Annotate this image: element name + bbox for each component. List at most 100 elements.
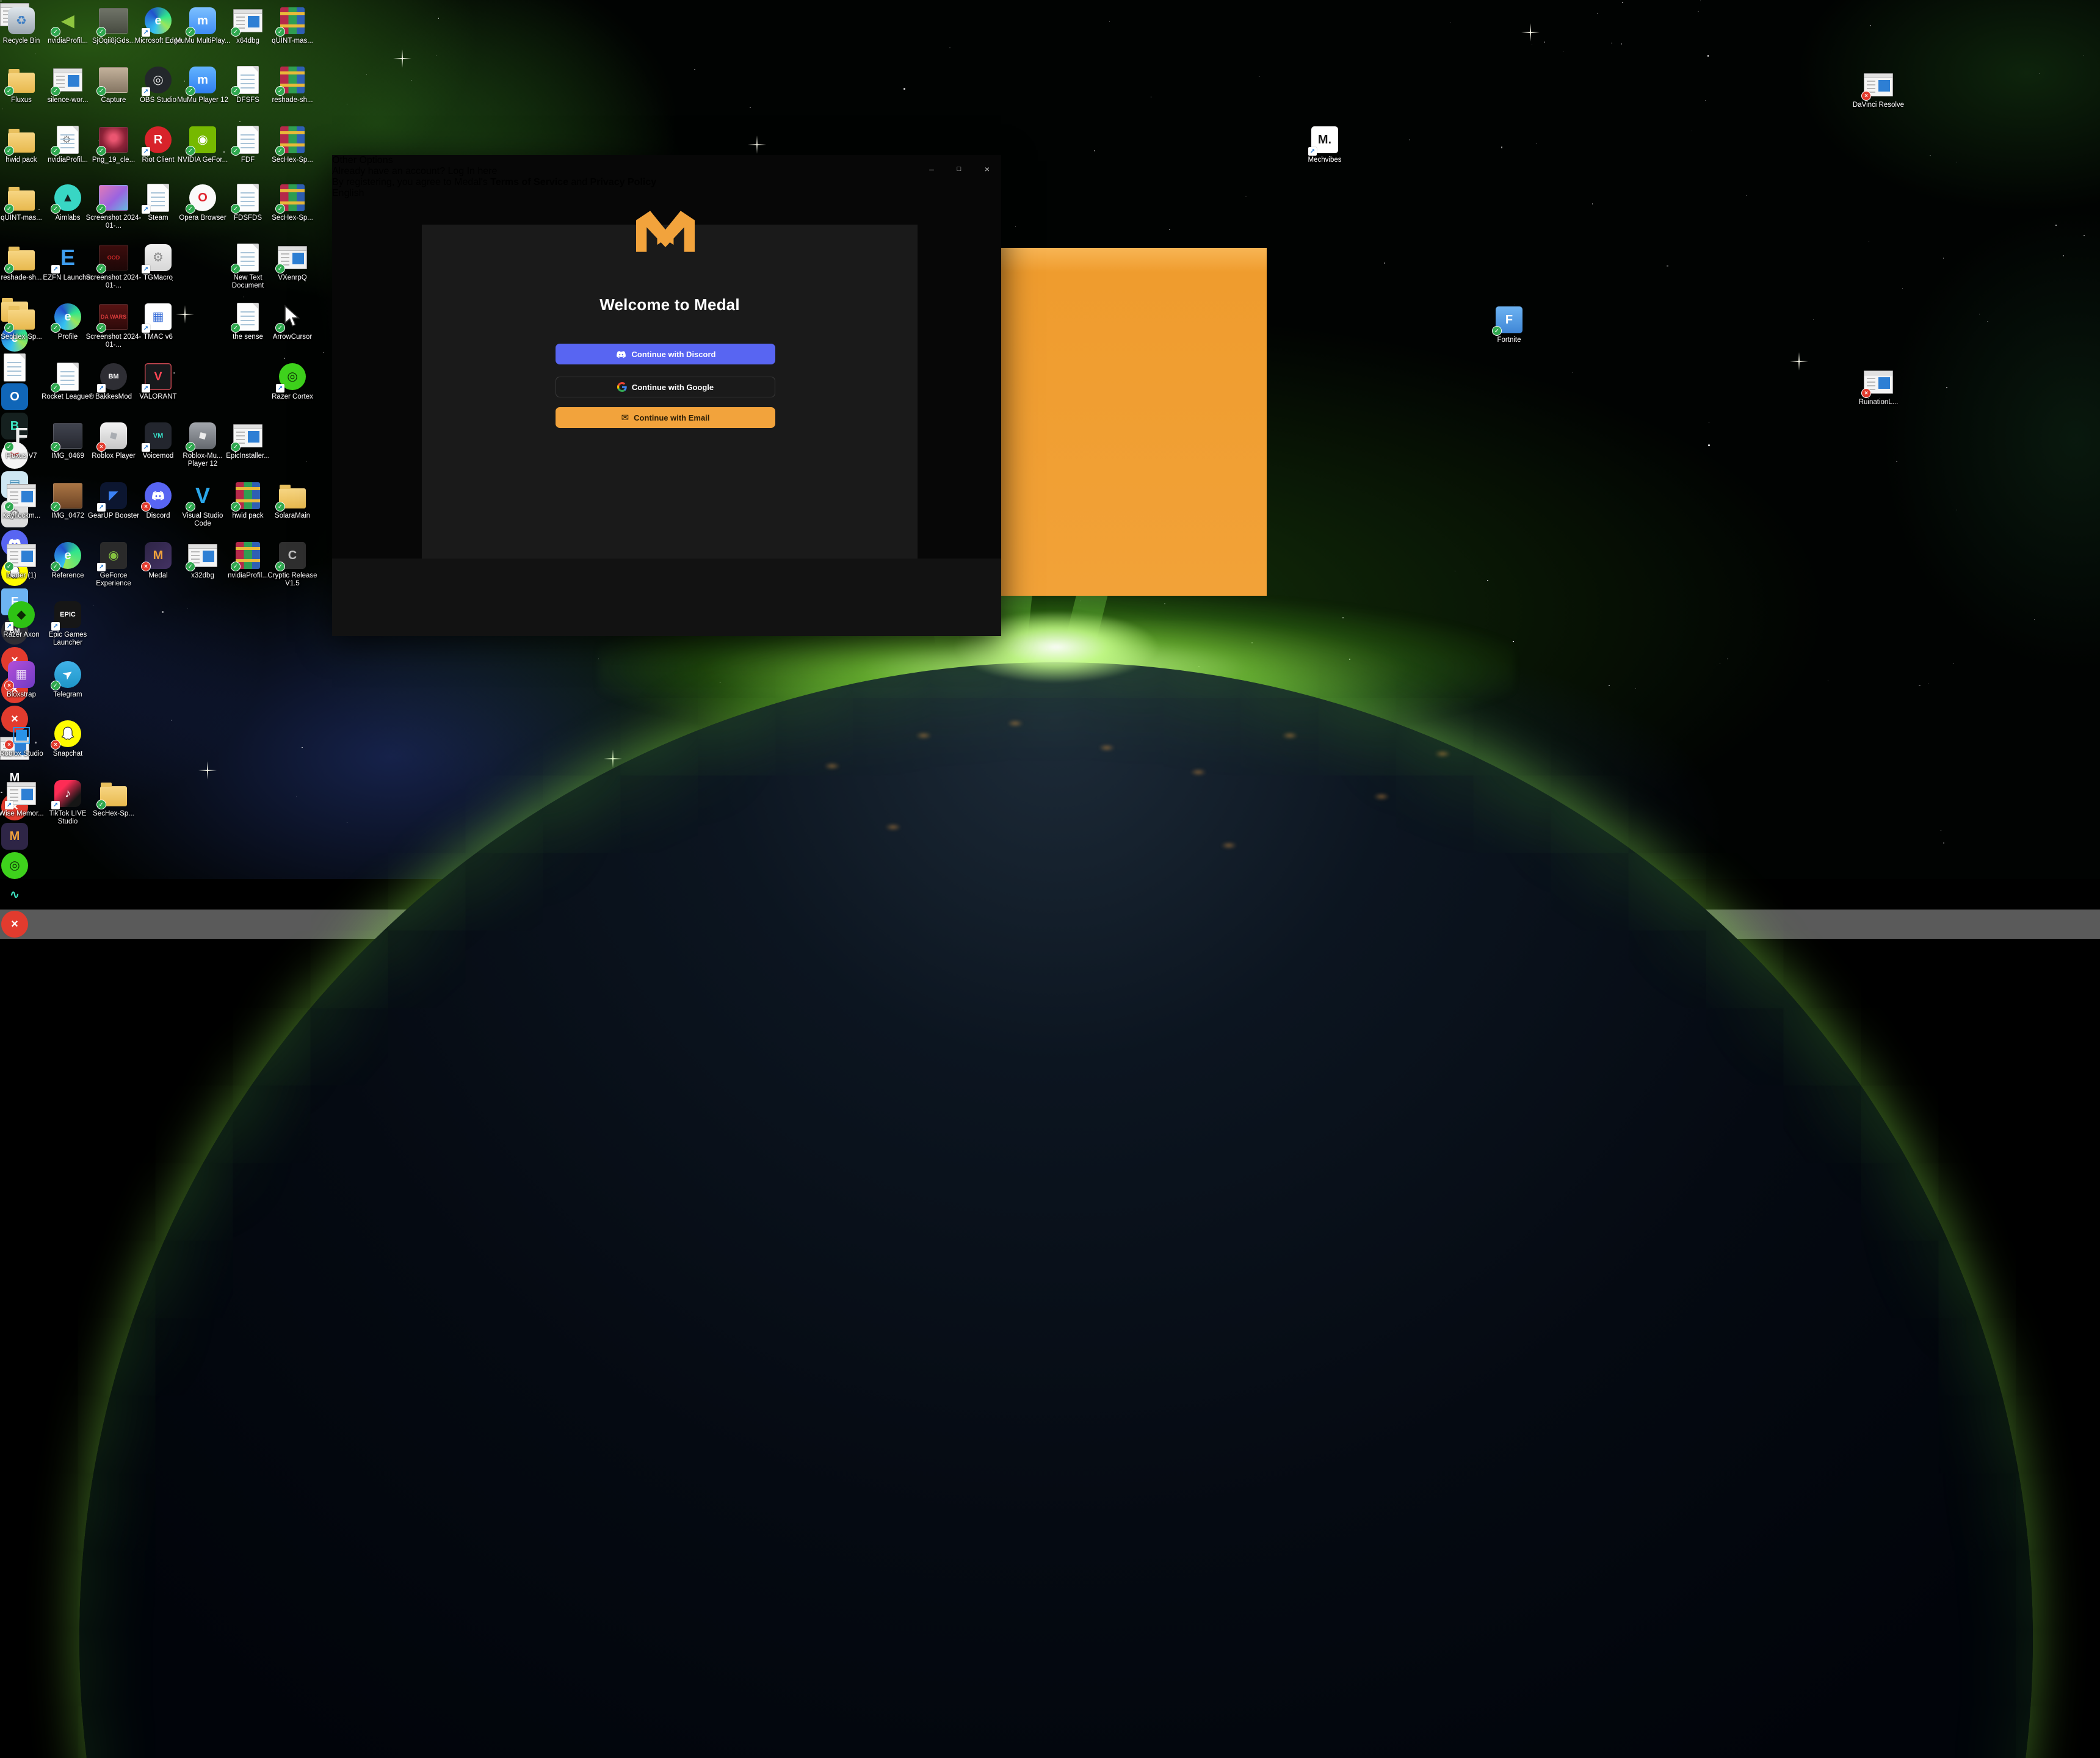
desktop-icon-label: Kayflockm... — [2, 512, 41, 519]
log-in-link[interactable]: Log In here — [447, 166, 497, 176]
check-badge-icon: ✓ — [231, 562, 241, 571]
desktop-icon-fortnite[interactable]: F ✓ Fortnite — [1481, 305, 1537, 344]
icon-art: ✓ — [275, 243, 307, 273]
desktop-icon-ruinationl[interactable]: × RuinationL... — [1850, 367, 1906, 407]
error-badge-icon: × — [4, 740, 14, 750]
desktop-icon-razer-cortex[interactable]: ◎ ↗ Razer Cortex — [264, 362, 320, 401]
desktop-icon-snapchat[interactable]: × Snapchat — [40, 719, 96, 758]
icon-art: ✓ — [231, 243, 262, 273]
icon-art: ▲ ✓ — [51, 183, 82, 214]
desktop-icon-label: SolaraMain — [274, 512, 311, 519]
terms-joiner: and — [571, 177, 588, 187]
desktop-icon-cryptic-release-v1-5[interactable]: C ✓ Cryptic Release V1.5 — [264, 541, 320, 588]
desktop-icon-label: IMG_0469 — [51, 452, 84, 460]
icon-art: ✓ — [4, 481, 36, 512]
desktop-icon-label: Riot Client — [142, 156, 175, 164]
check-badge-icon: ✓ — [96, 204, 106, 214]
icon-art: ⚙ ↗ — [142, 243, 173, 273]
desktop-icon-telegram[interactable]: ➤ ✓ Telegram — [40, 660, 96, 699]
check-badge-icon: ✓ — [96, 146, 106, 156]
desktop-icon-label: Razer Axon — [3, 631, 40, 638]
desktop-icon-tgmacro[interactable]: ⚙ ↗ TGMacro — [130, 243, 186, 282]
desktop-icon-vxenrpq[interactable]: ✓ VXenrpQ — [264, 243, 320, 282]
desktop-icon-arrowcursor[interactable]: ✓ ArrowCursor — [264, 302, 320, 341]
desktop-icon-solaramain[interactable]: ✓ SolaraMain — [264, 481, 320, 520]
desktop-icon-label: Cryptic Release V1.5 — [267, 572, 317, 587]
terms-of-service-link[interactable]: Terms of Service — [490, 177, 568, 187]
icon-art: ■ × — [96, 421, 128, 452]
button-label: Continue with Discord — [631, 349, 716, 359]
weather-condition[interactable]: Clear — [23, 939, 46, 949]
shortcut-arrow-icon: ↗ — [97, 384, 106, 392]
error-badge-icon: × — [96, 442, 106, 452]
desktop-icon-davinci-resolve[interactable]: × DaVinci Resolve — [1850, 70, 1906, 109]
check-badge-icon: ✓ — [96, 264, 106, 273]
icon-art: × — [51, 719, 82, 750]
icon-art: e ✓ — [51, 541, 82, 571]
desktop-icon-epicinstaller[interactable]: ✓ EpicInstaller... — [220, 421, 276, 460]
check-badge-icon: ✓ — [231, 264, 241, 273]
continue-with-google-button[interactable]: Continue with Google — [556, 377, 775, 397]
desktop-icon-sechex-sp[interactable]: ✓ SecHex-Sp... — [264, 183, 320, 222]
continue-with-discord-button[interactable]: Continue with Discord — [556, 344, 775, 364]
desktop-icon-label: Png_19_cle... — [92, 156, 136, 164]
desktop-icon-sechex-sp[interactable]: ✓ SecHex-Sp... — [264, 125, 320, 164]
copilot-icon[interactable]: PRE — [0, 972, 20, 982]
medal-window-footer-area — [332, 559, 1001, 636]
maximize-button[interactable]: □ — [950, 162, 968, 176]
check-badge-icon: ✓ — [275, 204, 285, 214]
icon-art: ✓ — [96, 125, 128, 156]
desktop-icon-sechex-sp[interactable]: ✓ SecHex-Sp... — [85, 779, 142, 818]
privacy-policy-link[interactable]: Privacy Policy — [590, 177, 657, 187]
icon-art: ✓ — [275, 302, 307, 333]
desktop-icon-reshade-sh[interactable]: ✓ reshade-sh... — [264, 65, 320, 104]
desktop-icon-label: VALORANT — [139, 393, 177, 400]
icon-art: R ↗ — [142, 125, 173, 156]
check-badge-icon: ✓ — [186, 562, 195, 571]
check-badge-icon: ✓ — [231, 146, 241, 156]
desktop-icon-epic-games-launcher[interactable]: EPIC ↗ Epic Games Launcher — [40, 600, 96, 647]
desktop-icon-label: TGMacro — [143, 274, 173, 281]
check-badge-icon: ✓ — [51, 442, 60, 452]
desktop-icon-valorant[interactable]: V ↗ VALORANT — [130, 362, 186, 401]
desktop-icon-label: Razer Cortex — [272, 393, 313, 400]
icon-art: C ✓ — [275, 541, 307, 571]
check-badge-icon: ✓ — [96, 323, 106, 333]
language-selector[interactable]: English — [332, 188, 1001, 199]
icon-art: ◄ ✓ — [51, 6, 82, 37]
check-badge-icon: ✓ — [1492, 326, 1502, 336]
icon-art: ✓ — [96, 183, 128, 214]
check-badge-icon: ✓ — [4, 562, 14, 571]
icon-art: ✓ — [275, 65, 307, 96]
icon-art: F ✓ — [4, 421, 36, 452]
desktop-icon-quint-mas[interactable]: ✓ qUINT-mas... — [264, 6, 320, 45]
weather-temperature[interactable]: 37°F — [0, 939, 21, 949]
shortcut-arrow-icon: ↗ — [1308, 147, 1317, 156]
error-badge-icon: × — [1861, 388, 1871, 398]
desktop-icon-tmac-v6[interactable]: ▦ ↗ TMAC v6 — [130, 302, 186, 341]
check-badge-icon: ✓ — [231, 86, 241, 96]
icon-art: ✓ — [231, 65, 262, 96]
desktop-icon-label: Snapchat — [52, 750, 83, 758]
icon-art: EPIC ↗ — [51, 600, 82, 631]
copilot-pre-badge: PRE — [0, 972, 20, 982]
icon-art: ✓ — [231, 6, 262, 37]
check-badge-icon: ✓ — [231, 323, 241, 333]
icon-art: DA WARS ✓ — [96, 302, 128, 333]
minimize-button[interactable]: – — [923, 162, 940, 176]
close-button[interactable]: × — [979, 162, 996, 176]
icon-art: ✓ — [275, 6, 307, 37]
icon-art: ↗ — [5, 779, 36, 809]
desktop-icon-label: Epic Games Launcher — [48, 631, 87, 646]
orange-background-window[interactable] — [1001, 248, 1267, 596]
other-options-link[interactable]: Other Options — [332, 155, 1001, 166]
desktop-icon-label: Fluxus — [11, 96, 32, 104]
shortcut-arrow-icon: ↗ — [51, 801, 60, 809]
continue-with-email-button[interactable]: ✉ Continue with Email — [556, 407, 775, 428]
desktop-icon-mechvibes[interactable]: M. ↗ Mechvibes — [1297, 125, 1353, 164]
icon-art: ▦ ↗ — [142, 302, 173, 333]
shortcut-arrow-icon: ↗ — [142, 443, 150, 452]
desktop-icon-label: qUINT-mas... — [272, 37, 313, 45]
desktop-icon-label: silence-wor... — [47, 96, 89, 104]
icon-art: ◆ ↗ — [5, 600, 36, 631]
